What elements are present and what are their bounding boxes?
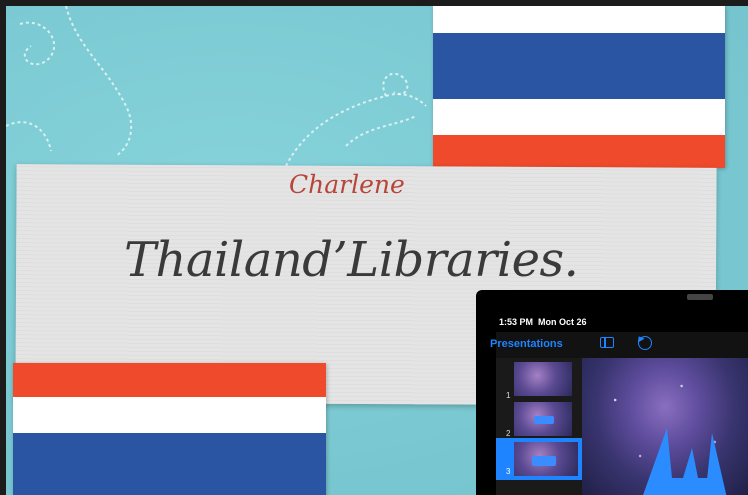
slide-thumbnail-1[interactable] xyxy=(514,362,572,396)
status-date: Mon Oct 26 xyxy=(538,317,587,327)
status-time: 1:53 PM xyxy=(499,317,534,327)
sidebar-icon[interactable] xyxy=(600,337,614,348)
sailboat-shape xyxy=(643,428,727,495)
slide-title: Thailand’Libraries. xyxy=(124,232,579,288)
status-indicator xyxy=(687,294,713,300)
author-name: Charlene xyxy=(289,170,405,199)
thai-flag-top xyxy=(433,6,725,168)
slide-thumbnail-3[interactable] xyxy=(514,442,578,476)
slide-number-2: 2 xyxy=(506,429,511,438)
slide-thumbnail-2[interactable] xyxy=(514,402,572,436)
ipad-overlay: 1:53 PM Mon Oct 26 Presentations 1 2 3 xyxy=(476,290,748,495)
thai-flag-bottom xyxy=(13,363,326,495)
undo-icon[interactable] xyxy=(638,336,652,350)
presentations-button[interactable]: Presentations xyxy=(490,338,563,350)
slide-editor-canvas[interactable] xyxy=(582,358,748,495)
slide-number-1: 1 xyxy=(506,391,511,400)
slide-number-3: 3 xyxy=(506,467,511,476)
